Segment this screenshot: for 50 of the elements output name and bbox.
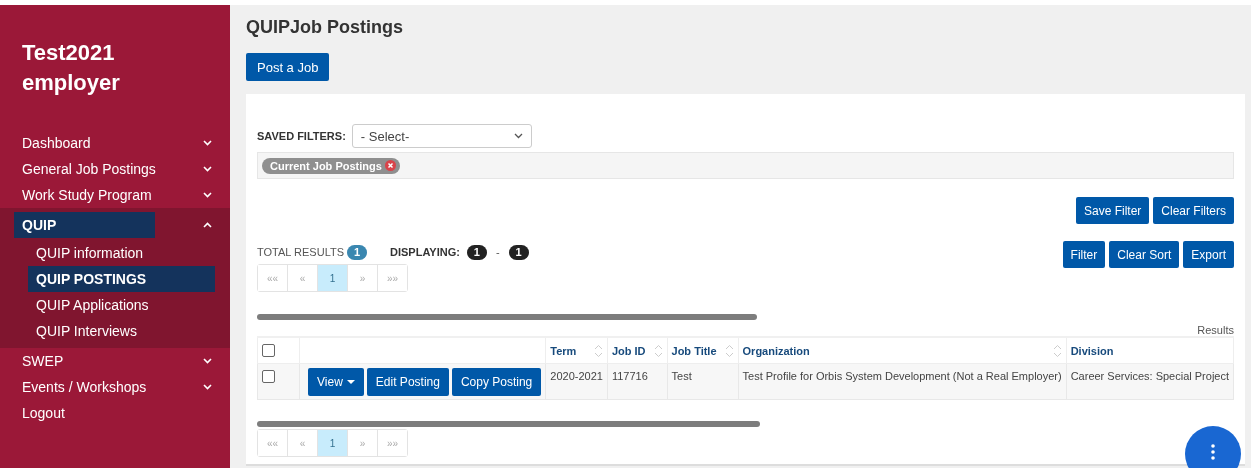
table-cell: 2020-2021 [545,363,608,400]
select-all-checkbox[interactable] [262,344,275,357]
row-action-button[interactable]: Edit Posting [366,368,449,396]
table-action-button[interactable]: Filter [1062,241,1106,268]
nav-item[interactable]: Logout [22,405,65,421]
page-link[interactable]: 1 [318,265,348,291]
employer-name: Test2021 employer [21,39,121,97]
table-cell: 117716 [607,363,667,400]
table-cell: Test Profile for Orbis System Development (Not a Real Employer) [738,363,1067,400]
saved-filters-label: SAVED FILTERS: [257,130,346,142]
table-action-button[interactable]: Clear Sort [1109,241,1180,268]
remove-icon[interactable] [384,160,396,171]
horizontal-scrollbar[interactable] [257,314,757,320]
page-link[interactable]: 1 [318,430,348,456]
results-label: Results [1196,324,1234,336]
nav-subitem[interactable]: QUIP Interviews [0,318,215,344]
nav-item[interactable]: QUIP [14,212,155,238]
range-end: 1 [508,244,529,260]
filter-action-button[interactable]: Save Filter [1075,197,1150,224]
nav-item[interactable]: Work Study Program [22,187,152,203]
nav-item[interactable]: Events / Workshops [22,379,147,395]
nav-item[interactable]: General Job Postings [22,161,156,177]
page-title: QUIPJob Postings [246,17,405,39]
nav-item[interactable]: SWEP [22,353,64,369]
displaying-label: DISPLAYING: [390,246,460,258]
filter-action-button[interactable]: Clear Filters [1153,197,1234,224]
range-start: 1 [466,244,487,260]
sort-icon[interactable] [1052,343,1062,358]
table-action-button[interactable]: Export [1183,241,1234,268]
row-action-button[interactable]: View [308,368,364,396]
row-action-button[interactable]: Copy Posting [451,368,542,396]
caret-icon [346,379,355,385]
chevron-down-icon [513,133,523,139]
sort-icon[interactable] [653,343,663,358]
row-checkbox[interactable] [262,370,275,383]
horizontal-scrollbar[interactable] [257,421,760,427]
saved-filters-select[interactable]: - Select- [351,124,532,148]
table-cell: Test [667,363,739,400]
nav-subitem[interactable]: QUIP POSTINGS [28,266,215,292]
more-vertical-icon [1211,444,1215,460]
nav-subitem[interactable]: QUIP Applications [0,292,215,318]
total-results-label: TOTAL RESULTS [257,246,344,258]
post-job-button[interactable]: Post a Job [246,53,330,81]
sort-icon[interactable] [593,343,603,358]
nav-subitem[interactable]: QUIP information [0,240,215,266]
total-count: 1 [347,244,367,260]
table-cell: Career Services: Special Project [1066,363,1234,400]
sort-icon[interactable] [724,343,734,358]
range-separator: - [495,246,500,258]
nav-item[interactable]: Dashboard [22,135,91,151]
